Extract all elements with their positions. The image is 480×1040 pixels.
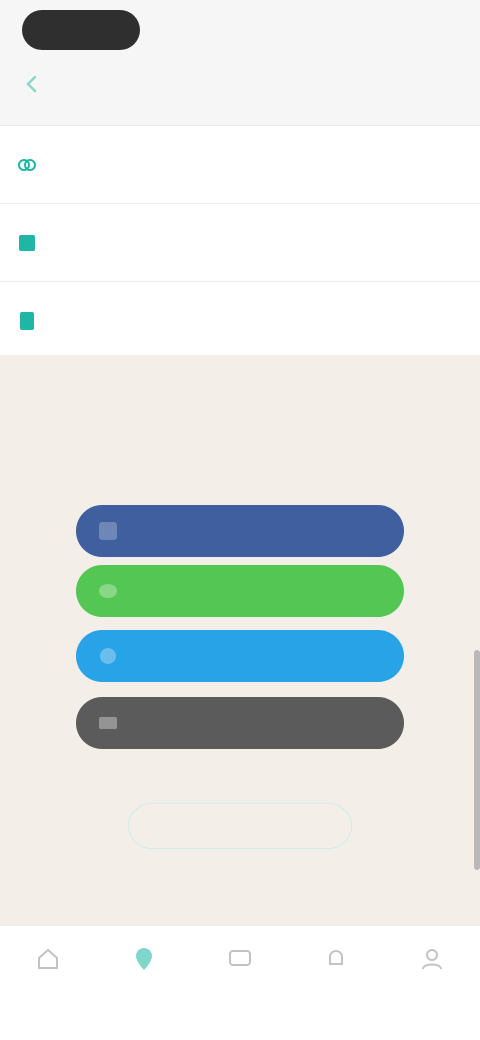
edit-icon [19,234,35,251]
line-share-button[interactable] [76,565,404,617]
bottom-navigation [0,925,480,1040]
nav-item-profile[interactable] [384,926,480,1040]
mail-icon [99,717,117,729]
back-button[interactable] [18,70,46,98]
nav-item-location[interactable] [96,926,192,1040]
home-icon [38,948,58,969]
menu-item-2[interactable] [0,204,480,282]
chevron-left-icon [26,75,37,93]
secondary-action-button[interactable] [128,803,352,849]
menu-list [0,125,480,360]
twitter-share-button[interactable] [76,630,404,682]
line-icon [99,584,117,598]
menu-item-3[interactable] [0,282,480,360]
link-icon [18,158,36,171]
menu-item-1[interactable] [0,126,480,204]
nav-item-home[interactable] [0,926,96,1040]
status-time-pill [22,10,140,50]
twitter-icon [100,648,116,664]
scrollbar[interactable] [474,650,480,870]
bell-icon [329,949,343,965]
mail-share-button[interactable] [76,697,404,749]
person-icon [422,949,442,970]
location-pin-icon [136,948,152,970]
nav-item-chat[interactable] [192,926,288,1040]
facebook-share-button[interactable] [76,505,404,557]
nav-item-notifications[interactable] [288,926,384,1040]
facebook-icon [99,522,117,540]
document-icon [20,311,34,330]
share-section [0,355,480,925]
chat-icon [229,950,251,966]
